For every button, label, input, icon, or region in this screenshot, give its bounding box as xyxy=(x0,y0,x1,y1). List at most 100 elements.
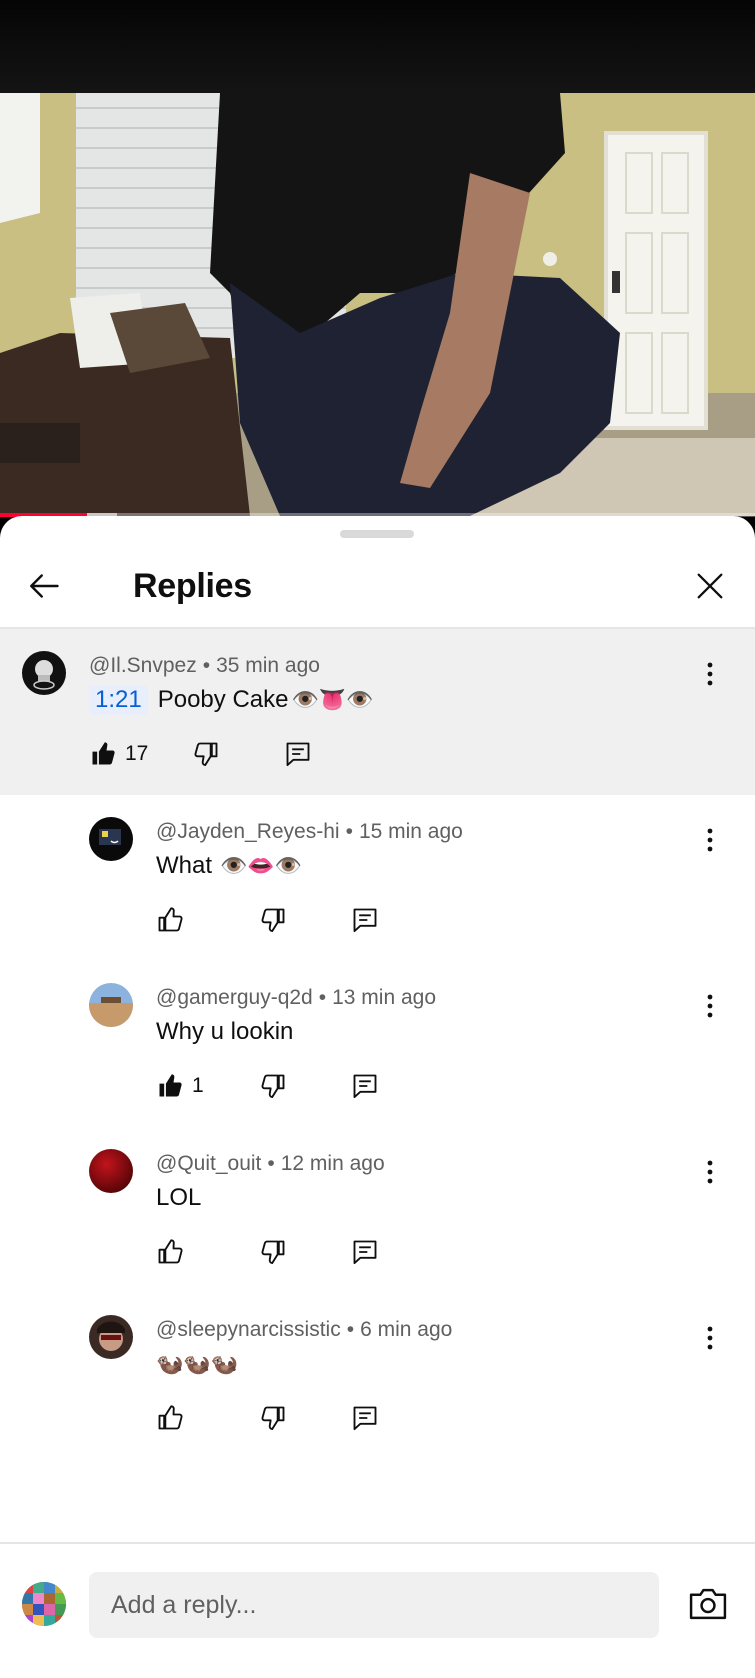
comment-meta: @Il.Snvpez • 35 min ago xyxy=(89,653,320,679)
meta-separator: • xyxy=(202,654,211,677)
comment-meta: @Jayden_Reyes-hi • 15 min ago xyxy=(156,819,463,845)
comment-time: 6 min ago xyxy=(360,1318,453,1341)
back-button[interactable] xyxy=(24,566,64,606)
camera-icon xyxy=(689,1588,727,1620)
comment-actions: 1 xyxy=(156,1066,396,1106)
comment-emojis: 🦦🦦🦦 xyxy=(156,1351,239,1376)
comment-meta: @sleepynarcissistic • 6 min ago xyxy=(156,1317,452,1343)
thumbs-up-icon xyxy=(158,907,183,932)
timestamp-link[interactable]: 1:21 xyxy=(89,685,148,715)
more-options-button[interactable] xyxy=(695,986,725,1026)
comment-emojis: 👁️👄👁️ xyxy=(220,853,303,878)
avatar-image xyxy=(89,983,133,1027)
reply-bar xyxy=(0,1542,755,1678)
comment-meta: @gamerguy-q2d • 13 min ago xyxy=(156,985,436,1011)
more-options-button[interactable] xyxy=(695,820,725,860)
reply-item: @gamerguy-q2d • 13 min ago Why u lookin 1 xyxy=(0,961,755,1127)
thumbs-down-icon xyxy=(261,1240,285,1265)
thumbs-up-icon xyxy=(158,1405,183,1430)
avatar[interactable] xyxy=(22,651,66,695)
like-button[interactable]: 1 xyxy=(156,1066,204,1106)
dislike-button[interactable] xyxy=(259,1232,287,1272)
like-button[interactable] xyxy=(156,1232,192,1272)
meta-separator: • xyxy=(346,1318,355,1341)
avatar[interactable] xyxy=(89,983,133,1027)
sheet-title: Replies xyxy=(133,567,252,605)
comment-author[interactable]: @sleepynarcissistic xyxy=(156,1318,341,1341)
camera-button[interactable] xyxy=(686,1582,730,1626)
reply-button[interactable] xyxy=(351,1398,379,1438)
comment-text: 1:21 Pooby Cake 👁️👅👁️ xyxy=(89,685,374,715)
dislike-button[interactable] xyxy=(259,900,287,940)
reply-item: @Quit_ouit • 12 min ago LOL xyxy=(0,1127,755,1293)
like-button[interactable] xyxy=(156,900,192,940)
avatar[interactable] xyxy=(89,1149,133,1193)
avatar-image xyxy=(89,1315,133,1359)
thumbs-up-filled-icon xyxy=(92,742,115,765)
reply-button[interactable] xyxy=(351,1066,379,1106)
comment-actions xyxy=(156,1398,396,1438)
meta-separator: • xyxy=(267,1152,275,1175)
reply-icon xyxy=(353,1240,377,1265)
avatar-image xyxy=(22,651,66,695)
reply-button[interactable] xyxy=(351,1232,379,1272)
parent-comment: @Il.Snvpez • 35 min ago 1:21 Pooby Cake 👁️👅👁… xyxy=(0,629,755,795)
comment-author[interactable]: @Quit_ouit xyxy=(156,1152,261,1175)
more-options-button[interactable] xyxy=(695,654,725,694)
my-avatar xyxy=(22,1582,66,1626)
thumbs-down-icon xyxy=(194,742,218,767)
comment-actions: 17 xyxy=(89,734,329,774)
thumbs-up-filled-icon xyxy=(159,1074,182,1097)
thumbs-down-icon xyxy=(261,1074,285,1099)
avatar[interactable] xyxy=(89,1315,133,1359)
comment-time: 13 min ago xyxy=(332,986,436,1009)
like-button[interactable] xyxy=(156,1398,192,1438)
dislike-button[interactable] xyxy=(259,1398,287,1438)
reply-button[interactable] xyxy=(284,734,312,774)
comment-body: Why u lookin xyxy=(156,1018,294,1045)
comment-time: 12 min ago xyxy=(280,1152,385,1175)
comment-body: What xyxy=(156,852,213,879)
avatar[interactable] xyxy=(89,817,133,861)
reply-icon xyxy=(353,1074,377,1099)
dislike-button[interactable] xyxy=(259,1066,287,1106)
avatar-image xyxy=(89,817,133,861)
video-player[interactable] xyxy=(0,93,755,516)
thumbs-down-icon xyxy=(261,1406,285,1431)
reply-item: @Jayden_Reyes-hi • 15 min ago What 👁️👄👁️ xyxy=(0,795,755,961)
comment-author[interactable]: @Il.Snvpez xyxy=(89,654,197,677)
more-options-button[interactable] xyxy=(695,1318,725,1358)
video-frame xyxy=(0,93,755,516)
comment-author[interactable]: @Jayden_Reyes-hi xyxy=(156,820,340,843)
drag-handle[interactable] xyxy=(340,530,414,538)
more-options-button[interactable] xyxy=(695,1152,725,1192)
reply-button[interactable] xyxy=(351,900,379,940)
sheet-header: Replies xyxy=(0,546,755,628)
reply-icon xyxy=(286,742,310,767)
reply-input[interactable] xyxy=(89,1572,659,1638)
avatar-image xyxy=(22,1582,66,1626)
like-count: 1 xyxy=(192,1074,204,1097)
close-button[interactable] xyxy=(690,566,730,606)
like-count: 17 xyxy=(125,742,149,765)
meta-separator: • xyxy=(345,820,353,843)
comment-time: 35 min ago xyxy=(216,654,320,677)
comment-actions xyxy=(156,1232,396,1272)
dislike-button[interactable] xyxy=(192,734,220,774)
more-vert-icon xyxy=(707,1160,713,1184)
reply-icon xyxy=(353,1406,377,1431)
replies-sheet: Replies @Il.Snvpez • 35 min ago 1:21 Pooby … xyxy=(0,516,755,1678)
comment-text: Why u lookin xyxy=(156,1017,293,1047)
status-bar-area xyxy=(0,0,755,93)
comment-text: LOL xyxy=(156,1183,201,1213)
meta-separator: • xyxy=(318,986,327,1009)
like-button[interactable]: 17 xyxy=(89,734,148,774)
reply-item: @sleepynarcissistic • 6 min ago 🦦🦦🦦 xyxy=(0,1293,755,1459)
arrow-left-icon xyxy=(30,574,59,598)
thumbs-up-icon xyxy=(158,1239,183,1264)
comment-text: What 👁️👄👁️ xyxy=(156,851,302,881)
avatar-image xyxy=(89,1149,133,1193)
reply-icon xyxy=(353,908,377,933)
comment-author[interactable]: @gamerguy-q2d xyxy=(156,986,313,1009)
more-vert-icon xyxy=(707,994,713,1018)
